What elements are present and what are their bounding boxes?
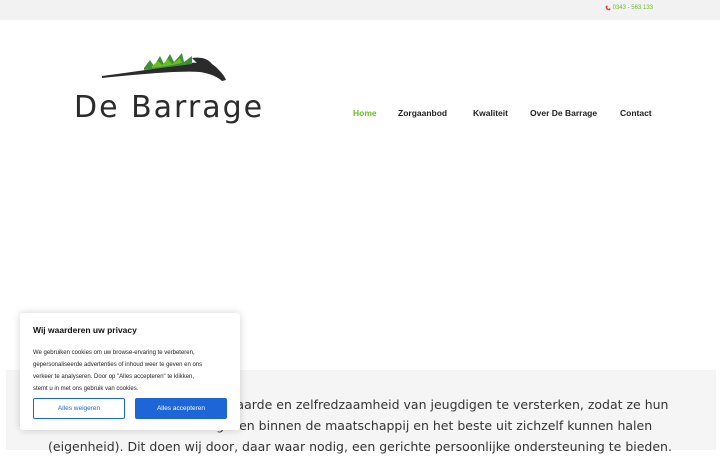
- logo-text: De Barrage: [74, 90, 265, 125]
- phone-icon: [605, 5, 611, 11]
- nav-item-over-de-barrage[interactable]: Over De Barrage: [530, 108, 597, 118]
- deny-all-button[interactable]: Alles weigeren: [33, 398, 125, 419]
- top-bar: 0343 - 563 133: [0, 0, 720, 20]
- cookie-buttons: Alles weigeren Alles accepteren: [33, 398, 227, 419]
- nav-item-contact[interactable]: Contact: [620, 108, 652, 118]
- nav-item-zorgaanbod[interactable]: Zorgaanbod: [398, 108, 447, 118]
- cookie-body: We gebruiken cookies om uw browse-ervari…: [33, 347, 227, 395]
- cookie-body-line: stemt u in met ons gebruik van cookies.: [33, 386, 139, 392]
- cookie-body-line: gepersonaliseerde advertenties of inhoud…: [33, 362, 203, 368]
- cookie-title: Wij waarderen uw privacy: [33, 325, 137, 335]
- cookie-body-line: We gebruiken cookies om uw browse-ervari…: [33, 350, 195, 356]
- site-logo[interactable]: De Barrage: [74, 50, 262, 126]
- accept-all-button[interactable]: Alles accepteren: [135, 398, 227, 419]
- phone-contact[interactable]: 0343 - 563 133: [605, 5, 653, 11]
- nav-item-home[interactable]: Home: [353, 108, 377, 118]
- phone-number: 0343 - 563 133: [612, 5, 653, 11]
- cookie-body-line: verkeer te analyseren. Door op "Alles ac…: [33, 374, 195, 380]
- horse-head-logo-icon: [102, 53, 226, 81]
- nav-item-kwaliteit[interactable]: Kwaliteit: [473, 108, 508, 118]
- mission-line: (eigenheid). Dit doen wij door, daar waa…: [48, 439, 672, 454]
- cookie-consent-dialog: Wij waarderen uw privacy We gebruiken co…: [20, 313, 240, 430]
